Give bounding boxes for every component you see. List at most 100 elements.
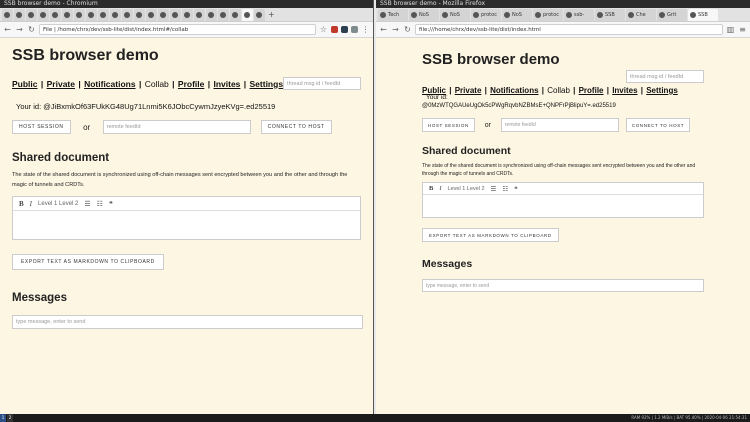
remote-feedid-input[interactable]: remote feedId	[500, 118, 619, 132]
browser-tab[interactable]: NoS	[440, 9, 470, 21]
thread-search-input[interactable]: thread msg id / feedId	[626, 70, 704, 83]
export-markdown-button[interactable]: EXPORT TEXT AS MARKDOWN TO CLIPBOARD	[12, 254, 164, 270]
extension-icon[interactable]	[341, 26, 348, 33]
ordered-list-icon[interactable]: ☷	[502, 185, 508, 193]
italic-icon[interactable]: I	[30, 200, 32, 208]
browser-tab[interactable]	[218, 9, 229, 21]
browser-tab[interactable]: Tech	[378, 9, 408, 21]
nav-link-notifications[interactable]: Notifications	[84, 79, 135, 89]
heading-level-buttons[interactable]: Level 1 Level 2	[38, 201, 78, 207]
browser-tab-active[interactable]	[242, 9, 253, 21]
quote-icon[interactable]: ❝	[109, 200, 113, 208]
browser-tab[interactable]: ssb-	[564, 9, 594, 21]
workspace-button[interactable]: 1	[0, 414, 6, 422]
tab-favicon-icon	[16, 12, 22, 18]
browser-tab[interactable]: SSB	[595, 9, 625, 21]
bullet-list-icon[interactable]: ☰	[84, 200, 90, 208]
nav-link-private[interactable]: Private	[47, 79, 75, 89]
nav-link-private[interactable]: Private	[455, 86, 482, 95]
menu-icon[interactable]: ≡	[738, 22, 747, 38]
editor-text-area[interactable]	[13, 211, 360, 239]
bullet-list-icon[interactable]: ☰	[491, 185, 497, 193]
forward-icon[interactable]: →	[15, 22, 24, 38]
browser-tab[interactable]: NoS	[409, 9, 439, 21]
connect-to-host-button[interactable]: CONNECT TO HOST	[625, 118, 691, 132]
browser-tab[interactable]	[230, 9, 241, 21]
extension-icon[interactable]	[351, 26, 358, 33]
browser-tab[interactable]	[14, 9, 25, 21]
menu-icon[interactable]: ⋮	[361, 22, 370, 38]
remote-feedid-input[interactable]: remote feedId	[102, 120, 251, 134]
browser-tab[interactable]	[38, 9, 49, 21]
thread-search-input[interactable]: thread msg id / feedId	[283, 77, 361, 90]
bookmark-star-icon[interactable]: ☆	[319, 22, 328, 38]
browser-tab[interactable]	[86, 9, 97, 21]
browser-tab[interactable]: NoS	[502, 9, 532, 21]
browser-tab[interactable]	[146, 9, 157, 21]
browser-tab[interactable]	[110, 9, 121, 21]
browser-tab[interactable]: Che	[626, 9, 656, 21]
browser-tab[interactable]	[74, 9, 85, 21]
editor-text-area[interactable]	[423, 195, 703, 217]
messages-heading: Messages	[12, 292, 67, 304]
message-input[interactable]: type message, enter to send	[422, 279, 704, 292]
browser-tab[interactable]	[134, 9, 145, 21]
host-session-button[interactable]: HOST SESSION	[12, 120, 71, 134]
browser-tab[interactable]: protoc	[471, 9, 501, 21]
workspace-button[interactable]: 2	[7, 414, 13, 422]
browser-tab[interactable]	[62, 9, 73, 21]
tab-favicon-icon	[76, 12, 82, 18]
browser-tab[interactable]	[254, 9, 265, 21]
system-taskbar: 12 RAM 92% | 1.2 MiB/s | BAT 95.40% | 20…	[0, 414, 750, 422]
bold-icon[interactable]: B	[429, 185, 433, 192]
browser-tab[interactable]	[26, 9, 37, 21]
browser-tab[interactable]	[2, 9, 13, 21]
nav-row: Public | Private | Notifications | Colla…	[12, 77, 361, 90]
extension-icon[interactable]	[331, 26, 338, 33]
reload-icon[interactable]: ↻	[27, 22, 36, 38]
back-icon[interactable]: ←	[3, 22, 12, 38]
host-session-button[interactable]: HOST SESSION	[422, 118, 475, 132]
bold-icon[interactable]: B	[19, 200, 24, 208]
browser-tab[interactable]	[206, 9, 217, 21]
nav-link-invites[interactable]: Invites	[213, 79, 240, 89]
heading-level-buttons[interactable]: Level 1 Level 2	[448, 186, 485, 192]
italic-icon[interactable]: I	[439, 185, 441, 192]
nav-link-notifications[interactable]: Notifications	[490, 86, 538, 95]
nav-link-invites[interactable]: Invites	[612, 86, 637, 95]
tab-favicon-icon	[52, 12, 58, 18]
nav-link-public[interactable]: Public	[12, 79, 38, 89]
browser-tab[interactable]	[182, 9, 193, 21]
browser-tab[interactable]	[194, 9, 205, 21]
browser-tab[interactable]	[158, 9, 169, 21]
browser-tab-active[interactable]: SSB	[688, 9, 718, 21]
tab-favicon-icon	[184, 12, 190, 18]
browser-tab[interactable]	[122, 9, 133, 21]
connect-to-host-button[interactable]: CONNECT TO HOST	[260, 120, 332, 134]
ordered-list-icon[interactable]: ☷	[97, 200, 103, 208]
browser-tab[interactable]: protoc	[533, 9, 563, 21]
browser-tab[interactable]	[98, 9, 109, 21]
navigation-bar: ← → ↻ File | /home/chrx/dev/ssb-lite/dis…	[0, 22, 373, 38]
new-tab-button[interactable]: +	[266, 9, 277, 21]
nav-link-collab[interactable]: Collab	[145, 79, 169, 89]
message-input[interactable]: type message, enter to send	[12, 315, 363, 329]
nav-link-collab[interactable]: Collab	[547, 86, 570, 95]
nav-link-settings[interactable]: Settings	[646, 86, 678, 95]
quote-icon[interactable]: ❝	[514, 185, 518, 193]
browser-tab[interactable]	[50, 9, 61, 21]
nav-link-profile[interactable]: Profile	[178, 79, 204, 89]
browser-tab[interactable]	[170, 9, 181, 21]
back-icon[interactable]: ←	[379, 22, 388, 38]
library-icon[interactable]: ▥	[726, 22, 735, 38]
reload-icon[interactable]: ↻	[403, 22, 412, 38]
tab-favicon-icon	[208, 12, 214, 18]
nav-link-profile[interactable]: Profile	[579, 86, 604, 95]
export-markdown-button[interactable]: EXPORT TEXT AS MARKDOWN TO CLIPBOARD	[422, 228, 559, 242]
tab-favicon-icon	[124, 12, 130, 18]
address-bar[interactable]: file:///home/chrx/dev/ssb-lite/dist/inde…	[415, 24, 723, 35]
nav-link-settings[interactable]: Settings	[250, 79, 284, 89]
address-bar[interactable]: File | /home/chrx/dev/ssb-lite/dist/inde…	[39, 24, 316, 35]
forward-icon[interactable]: →	[391, 22, 400, 38]
browser-tab[interactable]: Grit	[657, 9, 687, 21]
